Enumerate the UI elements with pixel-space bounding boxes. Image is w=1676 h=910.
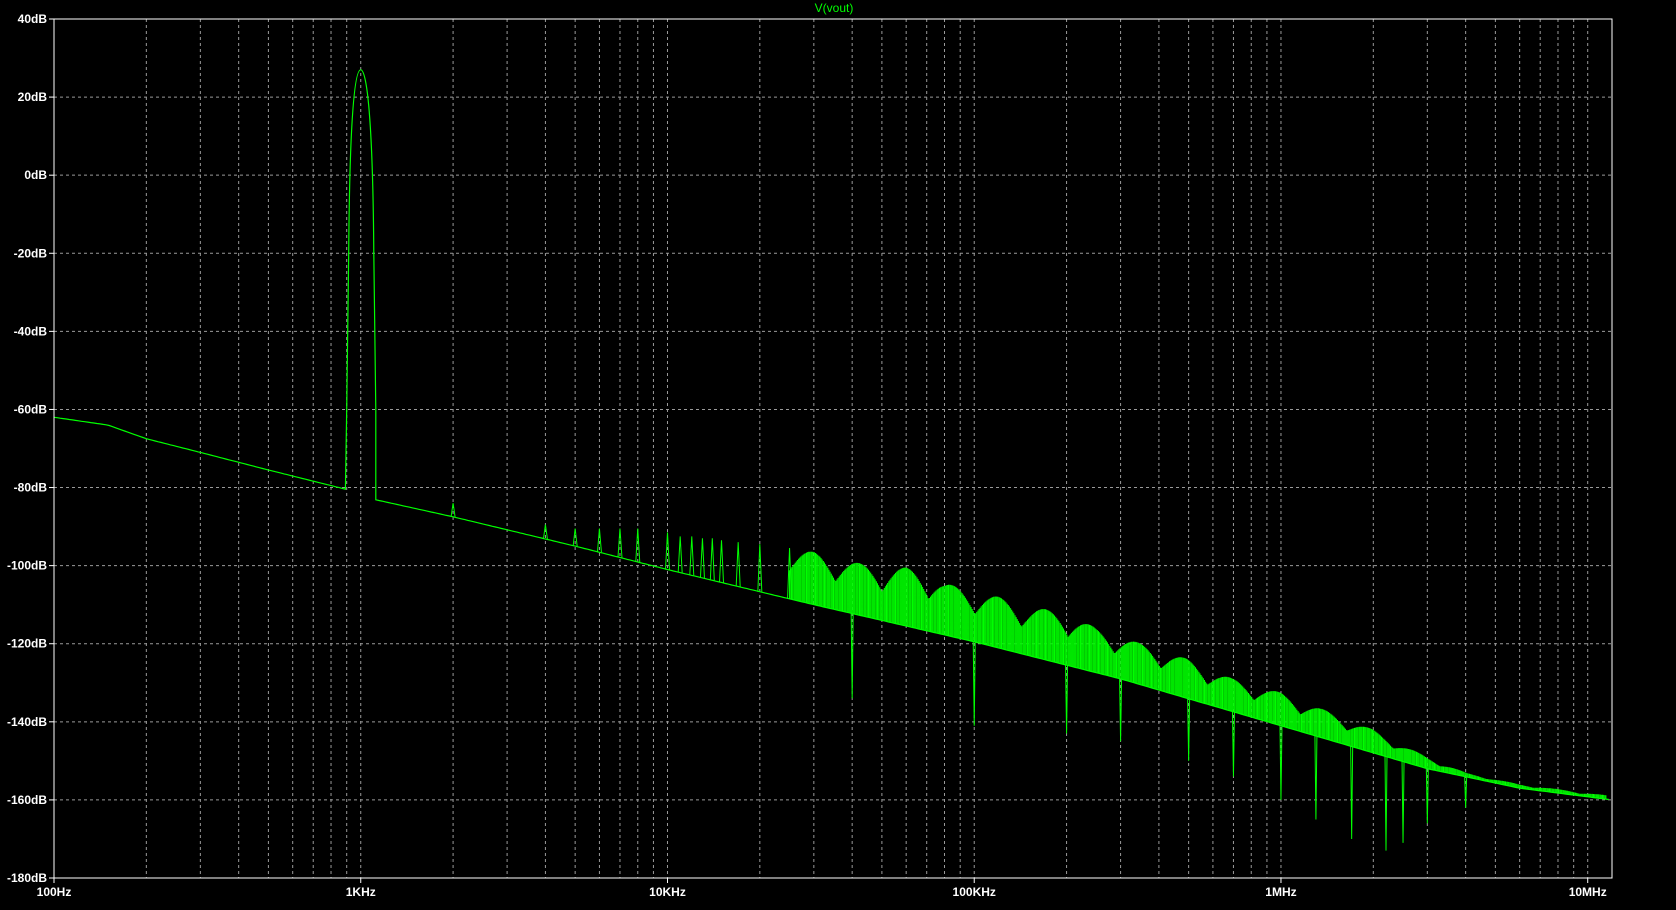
y-tick-label: -80dB [14, 481, 48, 495]
y-tick-label: -180dB [7, 871, 47, 885]
notch [1187, 698, 1191, 761]
y-tick-label: -40dB [14, 324, 48, 338]
chart-title: V(vout) [815, 1, 854, 15]
notch [1279, 725, 1283, 800]
y-tick-label: -100dB [7, 559, 47, 573]
chart-svg: V(vout) 40dB 20dB 0dB -20dB -40dB -60dB -80dB -… [7, 1, 1613, 899]
x-tick-label: 1MHz [1265, 885, 1296, 899]
y-tick-label: 20dB [18, 90, 48, 104]
harmonic-spike [450, 503, 456, 517]
y-tick-label: -60dB [14, 402, 48, 416]
notch [1384, 756, 1388, 851]
y-tick-label: -140dB [7, 715, 47, 729]
harmonic-spike [677, 536, 683, 573]
trace-baseline [53, 69, 1609, 801]
y-axis-ticks: 40dB 20dB 0dB -20dB -40dB -60dB -80dB -100dB -12… [7, 12, 54, 885]
harmonic-spike [718, 540, 724, 583]
x-tick-label: 100Hz [37, 885, 72, 899]
harmonic-spike [735, 542, 741, 587]
notch [1119, 678, 1123, 742]
y-tick-label: -20dB [14, 246, 48, 260]
intermod-comb [789, 551, 1607, 800]
harmonic-spike [689, 536, 695, 576]
notch [1314, 735, 1318, 820]
x-tick-label: 10MHz [1569, 885, 1607, 899]
y-tick-label: -160dB [7, 793, 47, 807]
x-axis-ticks: 100Hz 1KHz 10KHz 100KHz 1MHz 10MHz [37, 878, 1607, 899]
harmonic-spike [664, 532, 670, 570]
y-tick-label: 40dB [18, 12, 48, 26]
notch [1401, 761, 1405, 843]
bode-plot: V(vout) 40dB 20dB 0dB -20dB -40dB -60dB -80dB -… [0, 0, 1676, 905]
x-tick-label: 10KHz [649, 885, 686, 899]
notch [972, 641, 976, 726]
harmonic-spike [709, 538, 715, 581]
harmonic-spike [699, 538, 705, 578]
notch [1350, 746, 1354, 839]
x-tick-label: 1KHz [346, 885, 376, 899]
y-tick-label: 0dB [24, 168, 47, 182]
y-tick-label: -120dB [7, 637, 47, 651]
x-tick-label: 100KHz [953, 885, 996, 899]
trace-layer [53, 69, 1609, 851]
harmonic-spike [635, 528, 641, 563]
